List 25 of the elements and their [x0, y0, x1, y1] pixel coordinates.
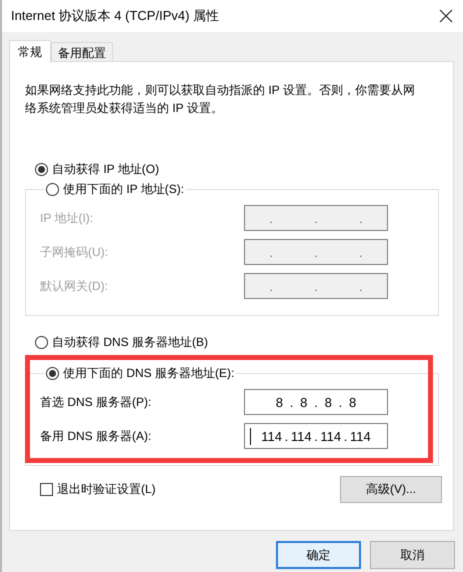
cancel-button[interactable]: 取消	[370, 541, 455, 569]
option-label: 使用下面的 DNS 服务器地址(E):	[63, 364, 234, 382]
radio-button[interactable]	[46, 366, 59, 380]
ok-button[interactable]: 确定	[276, 541, 361, 569]
option-label: 自动获得 DNS 服务器地址(B)	[52, 334, 208, 350]
advanced-button[interactable]: 高级(V)...	[340, 476, 442, 503]
field-label: 子网掩码(U):	[40, 244, 109, 260]
option-label: 使用下面的 IP 地址(S):	[63, 180, 184, 198]
tab[interactable]: 备用配置	[51, 42, 113, 61]
field-label: IP 地址(I):	[40, 210, 94, 226]
tab[interactable]: 常规	[9, 40, 51, 62]
checkbox[interactable]	[40, 483, 53, 496]
radio-button[interactable]	[35, 336, 48, 348]
radio-button[interactable]	[35, 162, 48, 176]
close-icon[interactable]	[439, 9, 453, 23]
ip-address-field[interactable]: 8 . 8 . 8 . 8	[244, 389, 388, 415]
field-label: 默认网关(D):	[40, 278, 109, 294]
window-title: Internet 协议版本 4 (TCP/IPv4) 属性	[11, 7, 220, 25]
description-text: 如果网络支持此功能，则可以获取自动指派的 IP 设置。否则，你需要从网络系统管理员处获得适当的 IP 设置。	[25, 82, 416, 117]
option-label: 自动获得 IP 地址(O)	[52, 160, 160, 178]
radio-button[interactable]	[46, 182, 59, 196]
ip-address-field[interactable]: 114 . 114 . 114 . 114	[244, 423, 388, 449]
checkbox-label: 退出时验证设置(L)	[57, 481, 156, 498]
field-label: 首选 DNS 服务器(P):	[40, 394, 152, 410]
field-label: 备用 DNS 服务器(A):	[40, 428, 152, 444]
